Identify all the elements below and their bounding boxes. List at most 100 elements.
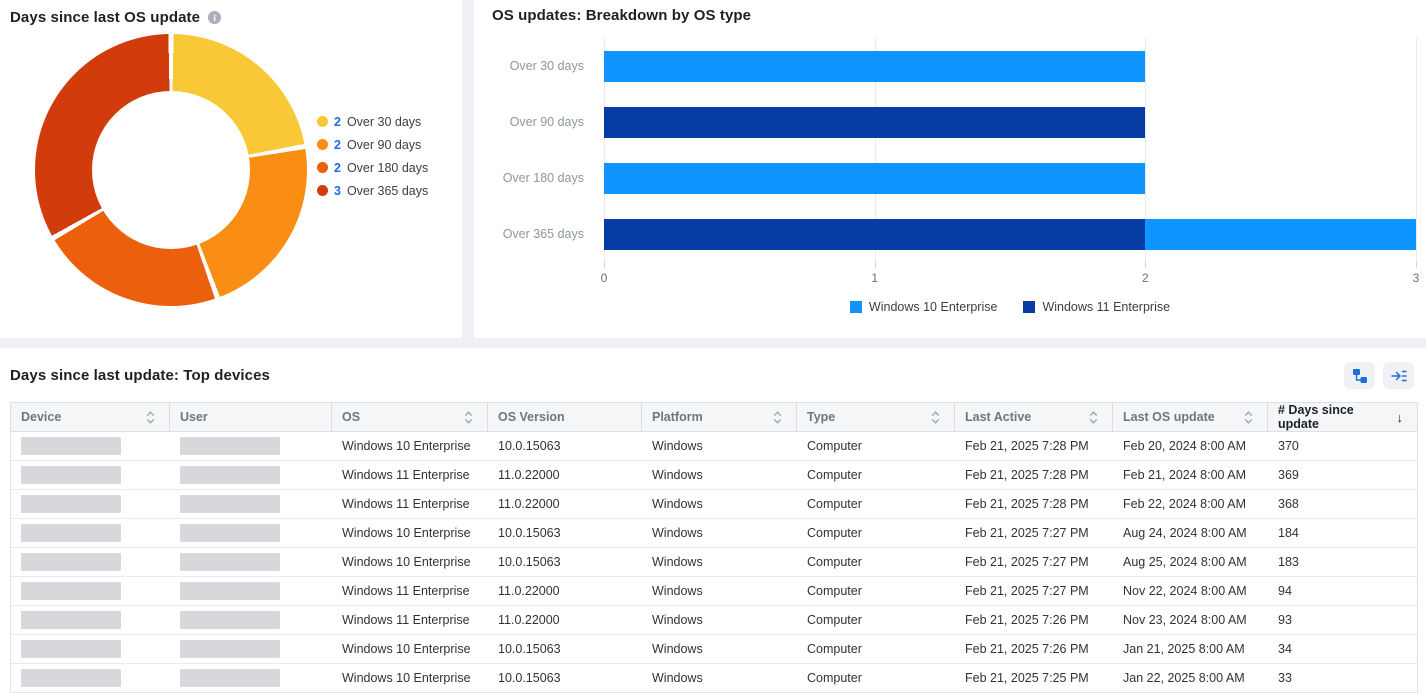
donut-legend-item[interactable]: 2Over 180 days bbox=[317, 161, 428, 175]
bar-segment[interactable] bbox=[604, 163, 1145, 194]
cell-last-os-update: Aug 25, 2024 8:00 AM bbox=[1113, 548, 1268, 576]
cell-last-os-update: Feb 21, 2024 8:00 AM bbox=[1113, 461, 1268, 489]
cell-os: Windows 11 Enterprise bbox=[332, 490, 488, 518]
bar-legend-item[interactable]: Windows 10 Enterprise bbox=[850, 300, 998, 314]
hierarchy-view-button[interactable] bbox=[1344, 362, 1375, 389]
column-header-last-os-update[interactable]: Last OS update bbox=[1113, 403, 1268, 431]
drill-in-button[interactable] bbox=[1383, 362, 1414, 389]
cell-platform: Windows bbox=[642, 577, 797, 605]
column-header-os[interactable]: OS bbox=[332, 403, 488, 431]
donut-legend-item[interactable]: 3Over 365 days bbox=[317, 184, 428, 198]
table-row[interactable]: Windows 11 Enterprise11.0.22000WindowsCo… bbox=[11, 606, 1417, 635]
cell-platform: Windows bbox=[642, 519, 797, 547]
column-header-days-since-update[interactable]: # Days since update ↓ bbox=[1268, 403, 1417, 431]
legend-label: Windows 10 Enterprise bbox=[869, 300, 998, 314]
sort-desc-icon: ↓ bbox=[1397, 410, 1404, 425]
table-header-row: Device User OS OS Version PlatformType Last A… bbox=[11, 403, 1417, 432]
cell-os: Windows 10 Enterprise bbox=[332, 432, 488, 460]
table-row[interactable]: Windows 11 Enterprise11.0.22000WindowsCo… bbox=[11, 577, 1417, 606]
donut-chart-area: 2Over 30 days 2Over 90 days 2Over 180 days… bbox=[10, 30, 452, 306]
cell-days-since-update: 34 bbox=[1268, 635, 1417, 663]
table-card-header: Days since last update: Top devices bbox=[10, 362, 1418, 389]
column-header-label: Last Active bbox=[965, 410, 1031, 424]
table-row[interactable]: Windows 10 Enterprise10.0.15063WindowsCo… bbox=[11, 548, 1417, 577]
bar-category-label: Over 365 days bbox=[492, 206, 584, 262]
cell-os: Windows 10 Enterprise bbox=[332, 635, 488, 663]
bar-card-title: OS updates: Breakdown by OS type bbox=[492, 7, 1416, 24]
column-header-user: User bbox=[170, 403, 332, 431]
bar-segment[interactable] bbox=[604, 219, 1145, 250]
x-tick-label: 3 bbox=[1413, 271, 1420, 285]
cell-last-os-update: Jan 22, 2025 8:00 AM bbox=[1113, 664, 1268, 692]
cell-last-active: Feb 21, 2025 7:27 PM bbox=[955, 519, 1113, 547]
bar-segment[interactable] bbox=[604, 51, 1145, 82]
column-header-platform[interactable]: Platform bbox=[642, 403, 797, 431]
table-body: Windows 10 Enterprise10.0.15063WindowsCo… bbox=[11, 432, 1417, 692]
cell-type: Computer bbox=[797, 490, 955, 518]
bar-category-labels: Over 30 daysOver 90 daysOver 180 daysOve… bbox=[492, 38, 604, 262]
widget-top-devices: Days since last update: Top devices Devi… bbox=[0, 348, 1426, 693]
table-row[interactable]: Windows 11 Enterprise11.0.22000WindowsCo… bbox=[11, 461, 1417, 490]
device-placeholder bbox=[21, 669, 121, 687]
x-axis-tick bbox=[604, 262, 605, 268]
cell-type: Computer bbox=[797, 606, 955, 634]
cell-days-since-update: 183 bbox=[1268, 548, 1417, 576]
cell-days-since-update: 93 bbox=[1268, 606, 1417, 634]
sort-caret-icon bbox=[1244, 410, 1253, 425]
cell-os-version: 10.0.15063 bbox=[488, 635, 642, 663]
cell-device bbox=[11, 606, 170, 634]
donut-legend-item[interactable]: 2Over 30 days bbox=[317, 115, 428, 129]
stacked-bar bbox=[604, 219, 1416, 250]
table-row[interactable]: Windows 10 Enterprise10.0.15063WindowsCo… bbox=[11, 635, 1417, 664]
cell-last-active: Feb 21, 2025 7:27 PM bbox=[955, 548, 1113, 576]
bar-row bbox=[604, 38, 1416, 94]
column-header-last-active[interactable]: Last Active bbox=[955, 403, 1113, 431]
user-placeholder bbox=[180, 524, 280, 542]
table-card-title: Days since last update: Top devices bbox=[10, 367, 270, 384]
cell-days-since-update: 369 bbox=[1268, 461, 1417, 489]
user-placeholder bbox=[180, 553, 280, 571]
column-header-label: Device bbox=[21, 410, 61, 424]
x-axis-spacer bbox=[492, 262, 604, 290]
column-header-label: OS Version bbox=[498, 410, 565, 424]
legend-label: Over 180 days bbox=[347, 161, 428, 175]
table-row[interactable]: Windows 10 Enterprise10.0.15063WindowsCo… bbox=[11, 432, 1417, 461]
cell-user bbox=[170, 664, 332, 692]
cell-user bbox=[170, 490, 332, 518]
cell-type: Computer bbox=[797, 432, 955, 460]
column-header-device[interactable]: Device bbox=[11, 403, 170, 431]
cell-device bbox=[11, 664, 170, 692]
cell-device bbox=[11, 432, 170, 460]
legend-swatch bbox=[317, 139, 328, 150]
cell-os: Windows 11 Enterprise bbox=[332, 461, 488, 489]
dashboard-page: Days since last OS update i 2Over 30 day… bbox=[0, 0, 1426, 693]
cell-last-active: Feb 21, 2025 7:28 PM bbox=[955, 490, 1113, 518]
cell-last-active: Feb 21, 2025 7:28 PM bbox=[955, 461, 1113, 489]
column-header-label: User bbox=[180, 410, 208, 424]
bar-row bbox=[604, 150, 1416, 206]
table-row[interactable]: Windows 10 Enterprise10.0.15063WindowsCo… bbox=[11, 519, 1417, 548]
sort-caret-icon bbox=[146, 410, 155, 425]
legend-value: 3 bbox=[334, 184, 341, 198]
x-tick-label: 0 bbox=[601, 271, 608, 285]
widget-os-updates-breakdown: OS updates: Breakdown by OS type Over 30… bbox=[474, 0, 1426, 338]
donut-chart[interactable] bbox=[35, 34, 307, 306]
table-row[interactable]: Windows 11 Enterprise11.0.22000WindowsCo… bbox=[11, 490, 1417, 519]
cell-platform: Windows bbox=[642, 548, 797, 576]
bar-segment[interactable] bbox=[1145, 219, 1416, 250]
cell-os-version: 11.0.22000 bbox=[488, 577, 642, 605]
column-header-label: # Days since update bbox=[1278, 403, 1387, 431]
cell-device bbox=[11, 577, 170, 605]
bar-segment[interactable] bbox=[604, 107, 1145, 138]
cell-last-active: Feb 21, 2025 7:26 PM bbox=[955, 635, 1113, 663]
legend-swatch bbox=[317, 162, 328, 173]
column-header-type[interactable]: Type bbox=[797, 403, 955, 431]
x-axis: 0123 bbox=[604, 262, 1416, 290]
table-row[interactable]: Windows 10 Enterprise10.0.15063WindowsCo… bbox=[11, 664, 1417, 692]
bar-row bbox=[604, 206, 1416, 262]
cell-user bbox=[170, 432, 332, 460]
donut-legend-item[interactable]: 2Over 90 days bbox=[317, 138, 428, 152]
info-icon[interactable]: i bbox=[208, 11, 221, 24]
bar-legend-item[interactable]: Windows 11 Enterprise bbox=[1023, 300, 1170, 314]
cell-device bbox=[11, 519, 170, 547]
